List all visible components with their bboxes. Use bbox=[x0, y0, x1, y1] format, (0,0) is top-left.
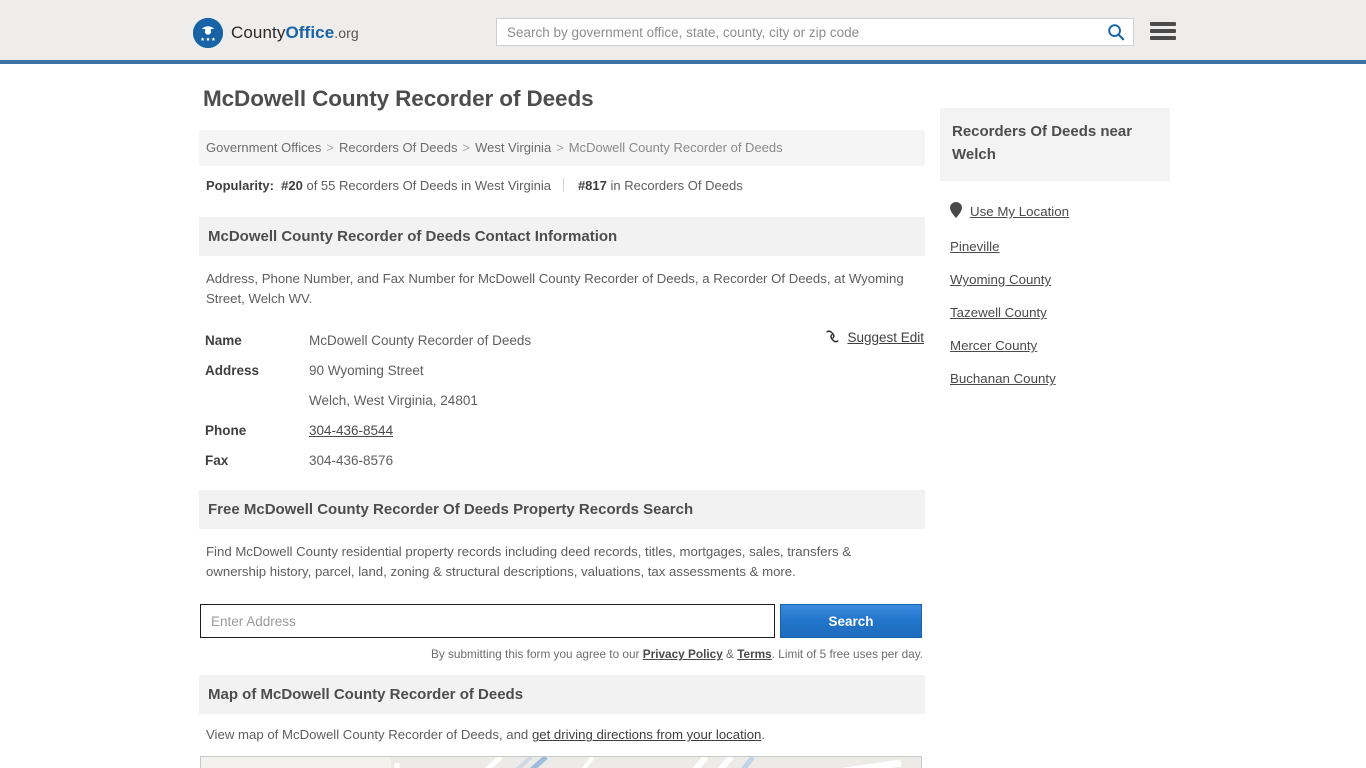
sidebar-item-tazewell-county[interactable]: Tazewell County bbox=[950, 296, 1170, 329]
property-records-search-form: Search bbox=[200, 604, 923, 638]
popularity-divider bbox=[563, 178, 564, 192]
sidebar-link[interactable]: Tazewell County bbox=[950, 305, 1047, 320]
suggest-edit-label[interactable]: Suggest Edit bbox=[847, 330, 924, 345]
property-search-button[interactable]: Search bbox=[780, 604, 922, 638]
breadcrumb: Government Offices>Recorders Of Deeds>We… bbox=[199, 130, 925, 166]
global-search-bar[interactable] bbox=[496, 18, 1134, 46]
map-desc-pre: View map of McDowell County Recorder of … bbox=[206, 727, 532, 742]
site-logo-text: CountyOffice.org bbox=[231, 23, 359, 43]
terms-link[interactable]: Terms bbox=[737, 647, 772, 661]
popularity-state-text: of 55 Recorders Of Deeds in West Virgini… bbox=[306, 178, 550, 193]
suggest-edit-button[interactable]: Suggest Edit bbox=[825, 329, 924, 347]
contact-value: 90 Wyoming Street bbox=[309, 356, 424, 386]
contact-section-description: Address, Phone Number, and Fax Number fo… bbox=[199, 256, 921, 316]
contact-row-address: Address 90 Wyoming Street bbox=[199, 356, 925, 386]
logo-text-county: County bbox=[231, 23, 285, 42]
logo-text-org: .org bbox=[334, 25, 359, 41]
sidebar-link[interactable]: Mercer County bbox=[950, 338, 1037, 353]
sidebar: Recorders Of Deeds near Welch Use My Loc… bbox=[940, 108, 1170, 395]
contact-row-fax: Fax 304-436-8576 bbox=[199, 446, 925, 476]
breadcrumb-item-government-offices[interactable]: Government Offices bbox=[206, 140, 321, 155]
map-section-heading: Map of McDowell County Recorder of Deeds bbox=[199, 675, 925, 714]
breadcrumb-separator: > bbox=[321, 140, 339, 155]
form-disclaimer: By submitting this form you agree to our… bbox=[199, 638, 925, 661]
contact-key: Address bbox=[199, 356, 309, 386]
page-body: McDowell County Recorder of Deeds Govern… bbox=[0, 64, 1366, 86]
sidebar-heading: Recorders Of Deeds near Welch bbox=[940, 108, 1170, 181]
breadcrumb-item-recorders-of-deeds[interactable]: Recorders Of Deeds bbox=[339, 140, 458, 155]
site-logo[interactable]: CountyOffice.org bbox=[193, 18, 359, 48]
disclaimer-pre: By submitting this form you agree to our bbox=[431, 647, 643, 661]
page-title: McDowell County Recorder of Deeds bbox=[203, 86, 925, 112]
breadcrumb-separator: > bbox=[457, 140, 475, 155]
site-header: CountyOffice.org bbox=[0, 0, 1366, 64]
hamburger-bar bbox=[1150, 29, 1176, 33]
sidebar-item-wyoming-county[interactable]: Wyoming County bbox=[950, 263, 1170, 296]
hamburger-menu-icon[interactable] bbox=[1150, 18, 1176, 44]
address-input[interactable] bbox=[200, 604, 775, 638]
sidebar-links: Use My Location Pineville Wyoming County… bbox=[940, 181, 1170, 395]
sidebar-link[interactable]: Buchanan County bbox=[950, 371, 1056, 386]
sidebar-item-use-my-location[interactable]: Use My Location bbox=[950, 193, 1170, 230]
sidebar-item-buchanan-county[interactable]: Buchanan County bbox=[950, 362, 1170, 395]
search-icon[interactable] bbox=[1099, 19, 1133, 45]
popularity-national-rank: #817 bbox=[578, 178, 607, 193]
map-desc-post: . bbox=[761, 727, 765, 742]
main-content-column: McDowell County Recorder of Deeds Govern… bbox=[199, 86, 925, 768]
contact-row-phone: Phone 304-436-8544 bbox=[199, 416, 925, 446]
contact-key: Fax bbox=[199, 446, 309, 476]
breadcrumb-item-current: McDowell County Recorder of Deeds bbox=[569, 140, 783, 155]
popularity-national-text: in Recorders Of Deeds bbox=[610, 178, 742, 193]
popularity-row: Popularity: #20 of 55 Recorders Of Deeds… bbox=[199, 166, 925, 203]
privacy-policy-link[interactable]: Privacy Policy bbox=[643, 647, 723, 661]
disclaimer-amp: & bbox=[723, 647, 737, 661]
contact-key: Name bbox=[199, 326, 309, 356]
popularity-state-rank: #20 bbox=[281, 178, 303, 193]
phone-link[interactable]: 304-436-8544 bbox=[309, 423, 393, 438]
driving-directions-link[interactable]: get driving directions from your locatio… bbox=[532, 727, 761, 742]
sidebar-link[interactable]: Pineville bbox=[950, 239, 1000, 254]
use-my-location-link[interactable]: Use My Location bbox=[970, 204, 1069, 219]
map-embed[interactable]: McDowell Kids Care Clinic Wy St bbox=[200, 756, 922, 768]
records-section-description: Find McDowell County residential propert… bbox=[199, 529, 921, 589]
search-input[interactable] bbox=[497, 19, 1099, 45]
hamburger-bar bbox=[1150, 22, 1176, 26]
contact-details-table: Suggest Edit Name McDowell County Record… bbox=[199, 316, 925, 476]
edit-pencil-icon bbox=[825, 329, 840, 347]
breadcrumb-item-west-virginia[interactable]: West Virginia bbox=[475, 140, 551, 155]
disclaimer-post: . Limit of 5 free uses per day. bbox=[772, 647, 923, 661]
eagle-seal-icon bbox=[193, 18, 223, 48]
contact-value: 304-436-8544 bbox=[309, 416, 393, 446]
hamburger-bar bbox=[1150, 36, 1176, 40]
contact-value: 304-436-8576 bbox=[309, 446, 393, 476]
map-pin-icon bbox=[950, 202, 962, 221]
records-section-heading: Free McDowell County Recorder Of Deeds P… bbox=[199, 490, 925, 529]
contact-row-name: Name McDowell County Recorder of Deeds bbox=[199, 326, 925, 356]
contact-value: McDowell County Recorder of Deeds bbox=[309, 326, 531, 356]
contact-section-heading: McDowell County Recorder of Deeds Contac… bbox=[199, 217, 925, 256]
contact-value: Welch, West Virginia, 24801 bbox=[309, 386, 478, 416]
sidebar-link[interactable]: Wyoming County bbox=[950, 272, 1051, 287]
breadcrumb-separator: > bbox=[551, 140, 569, 155]
contact-key: Phone bbox=[199, 416, 309, 446]
sidebar-item-pineville[interactable]: Pineville bbox=[950, 230, 1170, 263]
logo-text-office: Office bbox=[285, 23, 334, 42]
contact-row-address-line2: Welch, West Virginia, 24801 bbox=[199, 386, 925, 416]
contact-key bbox=[199, 386, 309, 416]
sidebar-item-mercer-county[interactable]: Mercer County bbox=[950, 329, 1170, 362]
map-section-description: View map of McDowell County Recorder of … bbox=[199, 714, 925, 750]
popularity-label: Popularity: bbox=[206, 178, 274, 193]
